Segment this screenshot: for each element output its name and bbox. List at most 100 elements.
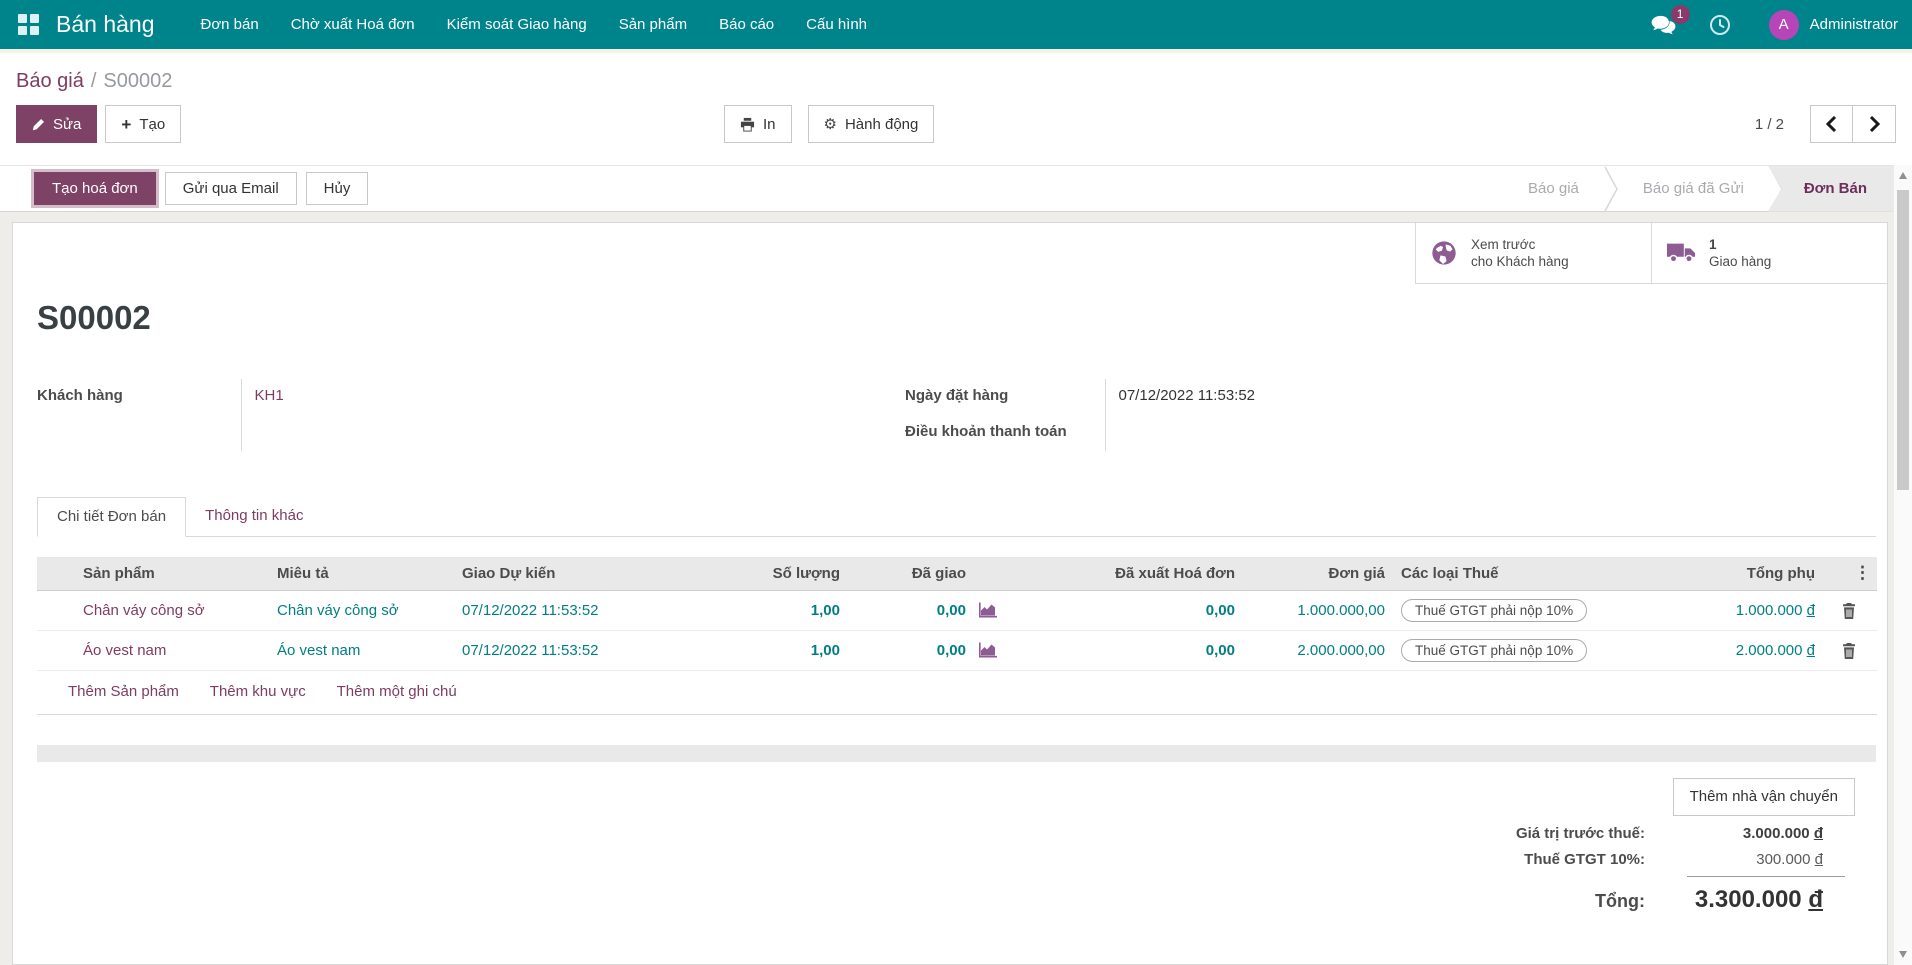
pager-previous-button[interactable]: [1810, 105, 1853, 143]
status-step-quotation-sent[interactable]: Báo giá đã Gửi: [1619, 166, 1768, 212]
cell-invoiced[interactable]: 0,00: [1041, 630, 1241, 671]
edit-button[interactable]: Sửa: [16, 105, 98, 143]
activities-button[interactable]: [1709, 14, 1731, 36]
untaxed-label: Giá trị trước thuế:: [1515, 824, 1645, 842]
action-button[interactable]: ⚙ Hành động: [807, 105, 935, 143]
tax-tag[interactable]: Thuế GTGT phải nộp 10%: [1401, 638, 1588, 662]
totals-panel: Thêm nhà vận chuyển Giá trị trước thuế: …: [13, 777, 1887, 914]
create-invoice-button[interactable]: Tạo hoá đơn: [34, 172, 156, 205]
column-quantity[interactable]: Số lượng: [696, 557, 846, 591]
cell-unit-price[interactable]: 2.000.000,00: [1241, 630, 1391, 671]
chevron-left-icon: [1826, 116, 1837, 132]
column-expected-delivery[interactable]: Giao Dự kiến: [456, 557, 696, 591]
subtotal-amount: 1.000.000: [1735, 601, 1803, 619]
cancel-button[interactable]: Hủy: [305, 172, 369, 205]
status-step-sales-order[interactable]: Đơn Bán: [1767, 165, 1893, 212]
user-menu[interactable]: Administrator: [1810, 16, 1898, 33]
status-pipeline: Báo giá Báo giá đã Gửi Đơn Bán: [1504, 165, 1893, 212]
add-note-link[interactable]: Thêm một ghi chú: [337, 683, 457, 700]
tab-order-lines[interactable]: Chi tiết Đơn bán: [37, 497, 187, 537]
column-delivered[interactable]: Đã giao: [846, 557, 1006, 591]
column-product[interactable]: Sản phẩm: [71, 557, 271, 591]
order-lines-table: Sản phẩm Miêu tả Giao Dự kiến Số lượng Đ…: [37, 557, 1877, 715]
scroll-down-arrow[interactable]: [1899, 951, 1907, 958]
delete-line-icon[interactable]: [1842, 602, 1856, 619]
forecast-chart-icon[interactable]: [978, 602, 997, 618]
cell-unit-price[interactable]: 1.000.000,00: [1241, 590, 1391, 631]
row-handle[interactable]: [37, 630, 71, 671]
cell-quantity[interactable]: 1,00: [696, 590, 846, 631]
order-line-row[interactable]: Chân váy công sở Chân váy công sở 07/12/…: [37, 590, 1877, 631]
cell-expected-delivery[interactable]: 07/12/2022 11:53:52: [456, 630, 696, 671]
vertical-scrollbar[interactable]: [1893, 165, 1912, 965]
delivery-label: Giao hàng: [1709, 254, 1772, 269]
order-line-row[interactable]: Áo vest nam Áo vest nam 07/12/2022 11:53…: [37, 630, 1877, 671]
optional-columns-icon[interactable]: ⋮: [1854, 563, 1871, 582]
total-label: Tổng:: [1595, 890, 1645, 911]
create-button[interactable]: + Tạo: [105, 105, 182, 143]
menu-delivery-control[interactable]: Kiểm soát Giao hàng: [431, 0, 603, 49]
customer-value[interactable]: KH1: [255, 387, 284, 404]
form-sheet: Xem trước cho Khách hàng 1 Giao hàng S00…: [12, 222, 1888, 965]
column-description[interactable]: Miêu tả: [271, 557, 456, 591]
delivery-smart-button[interactable]: 1 Giao hàng: [1651, 223, 1887, 283]
truck-icon: [1666, 242, 1696, 264]
add-shipping-button[interactable]: Thêm nhà vận chuyển: [1672, 777, 1855, 816]
row-handle[interactable]: [37, 590, 71, 631]
add-section-link[interactable]: Thêm khu vực: [210, 683, 306, 700]
cell-quantity[interactable]: 1,00: [696, 630, 846, 671]
column-subtotal[interactable]: Tổng phụ: [1673, 557, 1821, 591]
spacer-cell: [1006, 590, 1041, 631]
currency-symbol: đ: [1806, 641, 1815, 659]
breadcrumb: Báo giá / S00002: [16, 53, 1896, 95]
scroll-up-arrow[interactable]: [1899, 172, 1907, 179]
tab-other-info[interactable]: Thông tin khác: [186, 497, 322, 537]
add-product-link[interactable]: Thêm Sản phẩm: [68, 683, 179, 700]
customer-preview-button[interactable]: Xem trước cho Khách hàng: [1415, 223, 1651, 283]
cell-invoiced[interactable]: 0,00: [1041, 590, 1241, 631]
menu-products[interactable]: Sản phẩm: [603, 0, 703, 49]
status-step-quotation[interactable]: Báo giá: [1504, 166, 1603, 212]
breadcrumb-quotations[interactable]: Báo giá: [16, 70, 84, 92]
messages-button[interactable]: 1: [1650, 4, 1690, 36]
menu-to-invoice[interactable]: Chờ xuất Hoá đơn: [275, 0, 431, 49]
delivered-value: 0,00: [936, 601, 966, 619]
top-navbar: Bán hàng Đơn bán Chờ xuất Hoá đơn Kiểm s…: [0, 0, 1912, 49]
send-email-button[interactable]: Gửi qua Email: [164, 172, 297, 205]
column-unit-price[interactable]: Đơn giá: [1241, 557, 1391, 591]
tax-tag[interactable]: Thuế GTGT phải nộp 10%: [1401, 598, 1588, 622]
tax-label: Thuế GTGT 10%:: [1524, 850, 1645, 868]
notebook-tabs: Chi tiết Đơn bán Thông tin khác: [37, 497, 1876, 537]
cell-description[interactable]: Chân váy công sở: [271, 590, 456, 631]
breadcrumb-separator: /: [90, 70, 97, 92]
scrollbar-thumb[interactable]: [1897, 190, 1909, 490]
breadcrumb-current: S00002: [103, 70, 173, 92]
cell-delivered[interactable]: 0,00: [846, 590, 1006, 631]
payment-terms-value[interactable]: [1104, 415, 1876, 451]
payment-terms-label: Điều khoản thanh toán: [905, 423, 1067, 440]
section-divider: [37, 744, 1876, 762]
menu-reporting[interactable]: Báo cáo: [703, 0, 790, 49]
pager-next-button[interactable]: [1853, 105, 1896, 143]
menu-orders[interactable]: Đơn bán: [184, 0, 274, 49]
user-avatar[interactable]: A: [1768, 9, 1799, 40]
forecast-chart-icon[interactable]: [978, 642, 997, 658]
preview-line1: Xem trước: [1471, 237, 1536, 252]
column-taxes[interactable]: Các loại Thuế: [1391, 557, 1673, 591]
cell-delivered[interactable]: 0,00: [846, 630, 1006, 671]
cell-product[interactable]: Áo vest nam: [71, 630, 271, 671]
cell-expected-delivery[interactable]: 07/12/2022 11:53:52: [456, 590, 696, 631]
app-brand[interactable]: Bán hàng: [56, 11, 154, 38]
print-button[interactable]: In: [724, 105, 792, 143]
chevron-right-icon: [1869, 116, 1880, 132]
menu-configuration[interactable]: Cấu hình: [790, 0, 883, 49]
tax-value: 300.000 đ: [1756, 850, 1823, 868]
delivery-count: 1: [1709, 237, 1717, 252]
cell-description[interactable]: Áo vest nam: [271, 630, 456, 671]
cell-product[interactable]: Chân váy công sở: [71, 590, 271, 631]
delete-line-icon[interactable]: [1842, 642, 1856, 659]
column-invoiced[interactable]: Đã xuất Hoá đơn: [1041, 557, 1241, 591]
globe-icon: [1430, 239, 1458, 267]
step-chevron-icon: [1603, 166, 1619, 212]
apps-menu-icon[interactable]: [18, 14, 40, 35]
